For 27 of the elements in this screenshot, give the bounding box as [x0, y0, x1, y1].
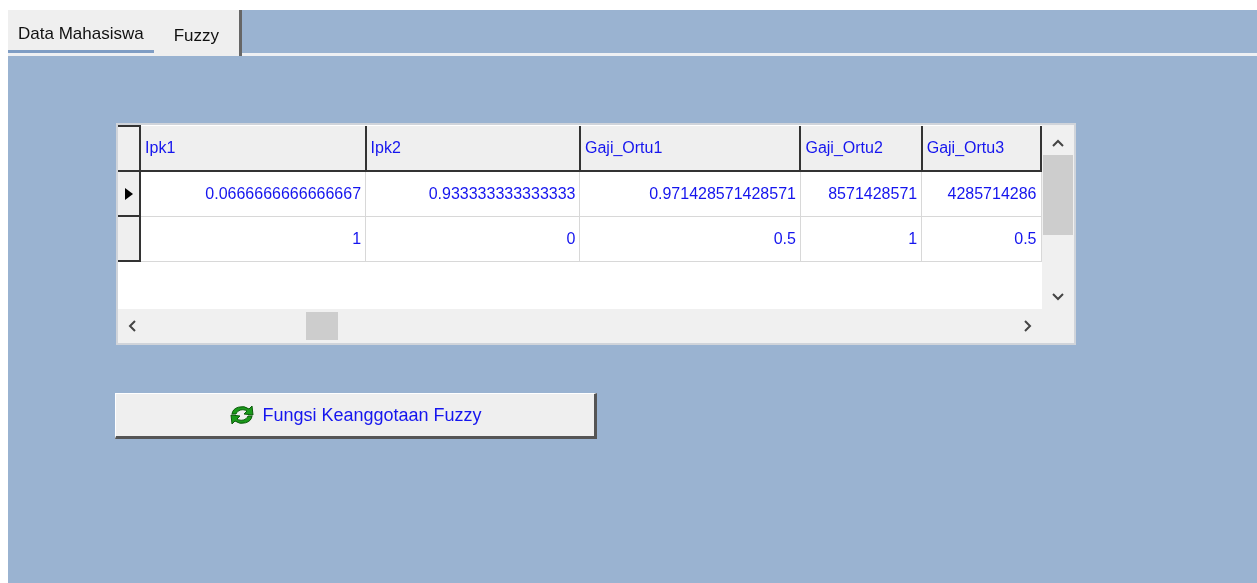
table-cell: 0.5 — [580, 216, 801, 261]
column-header[interactable]: Gaji_Ortu1 — [580, 126, 801, 171]
column-header[interactable]: Gaji_Ortu3 — [921, 126, 1041, 171]
table-cell: 1 — [140, 216, 366, 261]
table-cell: 1 — [800, 216, 922, 261]
tab[interactable]: Data Mahasiswa — [8, 10, 154, 53]
row-header[interactable] — [118, 171, 141, 216]
horizontal-scrollbar[interactable] — [118, 309, 1042, 343]
column-header[interactable]: Ipk1 — [140, 126, 366, 171]
table-cell: 0.0666666666666667 — [140, 171, 366, 216]
tab[interactable]: Fuzzy — [153, 10, 242, 56]
fuzzy-membership-button[interactable]: Fungsi Keanggotaan Fuzzy — [115, 393, 597, 439]
row-header[interactable] — [118, 216, 141, 261]
table-cell: 8571428571 — [800, 171, 922, 216]
refresh-icon — [228, 403, 257, 427]
scroll-thumb[interactable] — [306, 312, 338, 340]
table-cell: 0.971428571428571 — [580, 171, 801, 216]
current-row-icon — [123, 187, 134, 202]
table-cell: 4285714286 — [921, 171, 1041, 216]
table-cell: 0.933333333333333 — [365, 171, 580, 216]
column-header[interactable]: Gaji_Ortu2 — [800, 126, 922, 171]
scroll-thumb[interactable] — [1043, 155, 1073, 235]
column-header[interactable]: Ipk2 — [365, 126, 580, 171]
table-cell: 0 — [365, 216, 580, 261]
corner-cell — [118, 126, 141, 171]
table-cell: 0.5 — [921, 216, 1041, 261]
vertical-scrollbar[interactable] — [1042, 125, 1074, 309]
